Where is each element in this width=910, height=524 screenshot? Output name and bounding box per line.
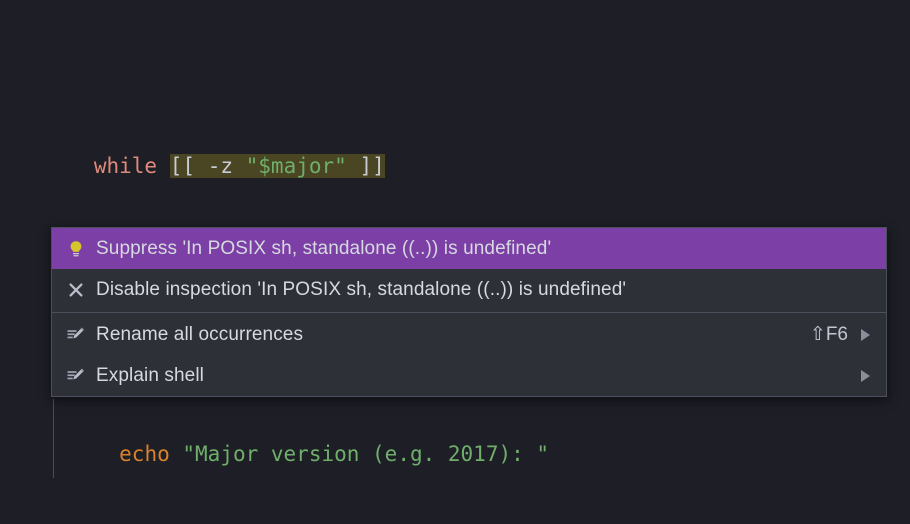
rename-pencil-icon [66,325,96,345]
code-editor[interactable]: while [[ -z "$major" ]] do echo "Major v… [0,0,910,524]
menu-item-disable-inspection[interactable]: Disable inspection 'In POSIX sh, standal… [52,269,886,310]
string-prompt: "Major version (e.g. 2017): " [182,442,550,466]
code-line-1[interactable]: while [[ -z "$major" ]] [0,112,910,178]
submenu-arrow-icon[interactable] [848,369,874,382]
string-major: "$major" [245,154,347,178]
explain-pencil-icon [66,366,96,386]
close-x-icon [66,280,96,300]
code-line-3[interactable]: echo "Major version (e.g. 2017): " [0,400,910,466]
lightbulb-icon [66,239,96,259]
menu-item-rename-all-occurrences[interactable]: Rename all occurrences ⇧F6 [52,314,886,355]
test-expression-highlight: [[ -z "$major" ]] [169,154,385,178]
menu-item-label: Disable inspection 'In POSIX sh, standal… [96,278,627,300]
menu-item-suppress[interactable]: Suppress 'In POSIX sh, standalone ((..))… [52,228,886,269]
intention-actions-popup[interactable]: Suppress 'In POSIX sh, standalone ((..))… [51,227,887,397]
indent-guide [53,399,54,478]
menu-item-label: Rename all occurrences [96,323,304,345]
menu-separator [52,312,886,313]
menu-item-shortcut: ⇧F6 [809,323,848,345]
menu-item-label: Suppress 'In POSIX sh, standalone ((..))… [96,237,552,259]
flag-z: -z [207,154,233,178]
keyword-while: while [93,154,158,178]
bracket-open: [[ [169,154,196,178]
submenu-arrow-icon[interactable] [848,328,874,341]
command-echo: echo [119,442,170,466]
menu-item-label: Explain shell [96,364,204,386]
bracket-close: ]] [359,154,385,178]
menu-item-explain-shell[interactable]: Explain shell [52,355,886,396]
